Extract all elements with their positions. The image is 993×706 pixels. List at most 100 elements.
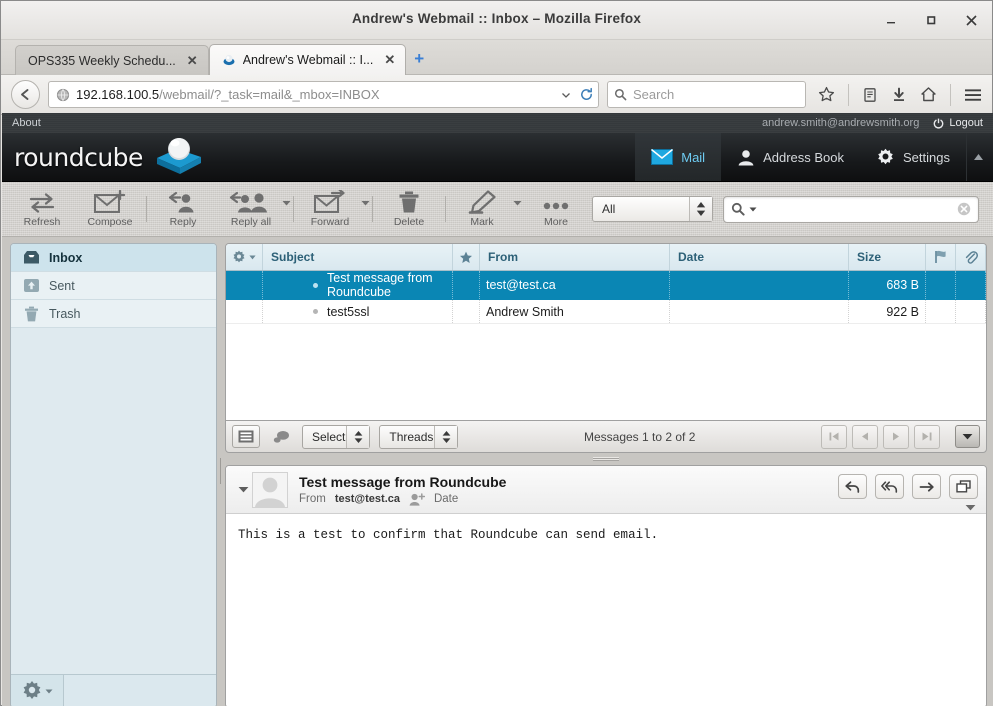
reload-icon[interactable] [579, 87, 594, 102]
reply-arrow-icon [845, 480, 860, 493]
tab-strip: OPS335 Weekly Schedu... ✕ Andrew's Webma… [1, 40, 992, 75]
task-address-book[interactable]: Address Book [721, 133, 860, 181]
url-host: 192.168.100.5 [76, 87, 160, 102]
logout-label: Logout [949, 117, 983, 129]
search-scope-select[interactable]: All [592, 196, 713, 222]
open-in-window-button[interactable] [949, 474, 978, 499]
logout-button[interactable]: Logout [933, 117, 983, 129]
mark-button[interactable]: Mark [448, 187, 516, 231]
reply-all-button[interactable]: Reply all [217, 187, 285, 231]
mail-search-input[interactable] [723, 195, 979, 223]
preview-reply-button[interactable] [838, 474, 867, 499]
row-star[interactable] [452, 270, 480, 300]
row-star[interactable] [452, 299, 480, 324]
new-tab-button[interactable]: + [414, 49, 424, 69]
back-arrow-icon[interactable] [11, 80, 40, 109]
preview-reply-all-button[interactable] [875, 474, 904, 499]
compose-button[interactable]: Compose [76, 187, 144, 231]
column-subject[interactable]: Subject [262, 244, 453, 271]
toolbar-divider [293, 196, 294, 222]
first-page-button[interactable] [821, 424, 847, 449]
first-page-icon [829, 432, 839, 441]
refresh-button[interactable]: Refresh [8, 187, 76, 231]
tab-close-icon[interactable]: ✕ [384, 52, 395, 68]
chevron-down-icon[interactable] [560, 89, 572, 101]
column-flag[interactable] [925, 244, 956, 271]
close-icon[interactable] [960, 9, 982, 31]
select-dropdown[interactable]: Select [302, 424, 371, 449]
url-bar[interactable]: 192.168.100.5/webmail/?_task=mail&_mbox=… [48, 81, 599, 108]
column-from[interactable]: From [479, 244, 670, 271]
minimize-icon[interactable] [880, 9, 902, 31]
toolbar-divider [372, 196, 373, 222]
preview-forward-button[interactable] [912, 474, 941, 499]
search-icon [614, 88, 627, 101]
search-clear-icon[interactable] [957, 202, 971, 216]
toolbar-divider [146, 196, 147, 222]
task-bar: Mail Address Book Settings [635, 133, 993, 181]
add-contact-icon[interactable] [409, 492, 425, 506]
task-settings[interactable]: Settings [860, 133, 966, 181]
home-icon[interactable] [920, 86, 937, 103]
marker-pen-icon [466, 189, 498, 215]
last-page-button[interactable] [914, 424, 940, 449]
tab-close-icon[interactable]: ✕ [187, 53, 198, 69]
task-mail[interactable]: Mail [635, 133, 722, 181]
list-options-column[interactable] [226, 244, 263, 271]
delete-button[interactable]: Delete [375, 187, 443, 231]
next-page-button[interactable] [883, 424, 909, 449]
column-attachment[interactable] [955, 244, 986, 271]
star-icon[interactable] [818, 86, 835, 103]
forward-button[interactable]: Forward [296, 187, 364, 231]
scope-value: All [602, 202, 616, 216]
collapse-triangle-icon[interactable] [234, 486, 252, 493]
reply-all-dropdown-icon[interactable] [282, 200, 291, 206]
subject-text: test5ssl [327, 304, 370, 319]
list-options-button[interactable] [955, 425, 980, 448]
previous-page-icon [862, 432, 868, 441]
vertical-splitter[interactable] [217, 243, 225, 706]
more-options-triangle-icon[interactable] [965, 504, 976, 511]
reply-button[interactable]: Reply [149, 187, 217, 231]
folder-sent[interactable]: Sent [11, 272, 216, 300]
browser-tab-2[interactable]: Andrew's Webmail :: I... ✕ [208, 44, 407, 75]
firefox-window: Andrew's Webmail :: Inbox – Mozilla Fire… [0, 0, 993, 706]
column-star[interactable] [452, 244, 480, 271]
column-size[interactable]: Size [848, 244, 926, 271]
select-spinner-icon[interactable] [346, 425, 370, 448]
url-bar-actions [560, 87, 594, 102]
previous-page-button[interactable] [852, 424, 878, 449]
threads-toggle-button[interactable] [269, 430, 293, 444]
logo-text: roundcube [14, 142, 143, 172]
folder-inbox[interactable]: Inbox [11, 244, 216, 272]
table-row[interactable]: test5ssl Andrew Smith 922 B [226, 299, 986, 324]
row-flag[interactable] [925, 299, 956, 324]
folder-trash[interactable]: Trash [11, 300, 216, 328]
row-flag[interactable] [925, 270, 956, 300]
reader-view-icon[interactable] [862, 87, 878, 103]
browser-search-input[interactable]: Search [607, 81, 806, 108]
collapse-taskbar-icon[interactable] [966, 133, 993, 181]
threads-spinner-icon[interactable] [434, 425, 458, 448]
download-icon[interactable] [891, 87, 907, 103]
folder-label: Trash [49, 306, 81, 321]
list-mode-button[interactable] [232, 425, 260, 448]
search-dropdown-icon[interactable] [749, 207, 757, 212]
search-placeholder: Search [633, 87, 675, 102]
horizontal-splitter[interactable] [225, 453, 987, 465]
column-date[interactable]: Date [669, 244, 849, 271]
more-button[interactable]: More [522, 187, 590, 231]
hamburger-menu-icon[interactable] [964, 87, 982, 103]
message-list-body: Test message from Roundcube test@test.ca… [226, 270, 986, 324]
browser-tab-1[interactable]: OPS335 Weekly Schedu... ✕ [15, 45, 209, 75]
scope-spinner-icon[interactable] [689, 197, 712, 221]
folder-options-button[interactable] [11, 675, 64, 706]
mark-dropdown-icon[interactable] [513, 200, 522, 206]
from-address[interactable]: test@test.ca [335, 493, 400, 505]
maximize-icon[interactable] [920, 9, 942, 31]
about-link[interactable]: About [12, 117, 41, 129]
threads-dropdown[interactable]: Threads [379, 424, 459, 449]
logged-in-user: andrew.smith@andrewsmith.org [762, 117, 920, 129]
forward-dropdown-icon[interactable] [361, 200, 370, 206]
table-row[interactable]: Test message from Roundcube test@test.ca… [226, 270, 986, 300]
